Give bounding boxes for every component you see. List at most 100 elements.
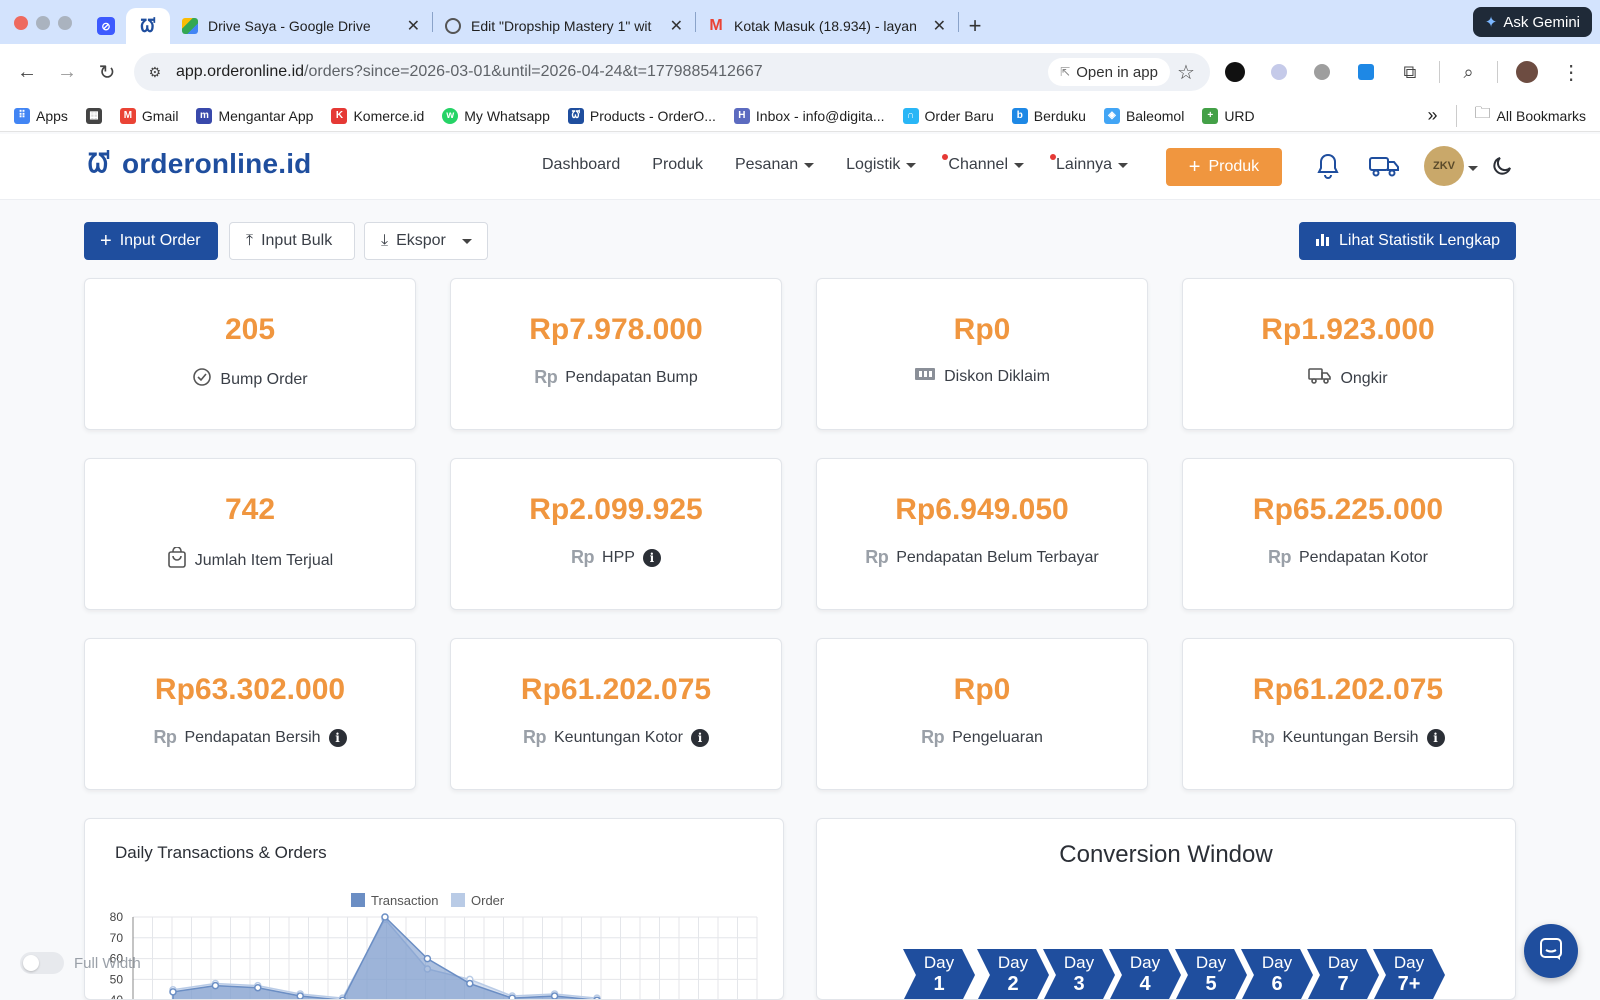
info-icon[interactable]: i <box>691 728 709 747</box>
add-product-button[interactable]: + Produk <box>1166 148 1282 186</box>
full-width-toggle[interactable]: Full Width <box>20 952 141 974</box>
gmail-icon: M <box>709 17 723 34</box>
orderonline-logo[interactable]: ᘺ orderonline.id <box>84 148 311 180</box>
back-icon[interactable]: ← <box>10 54 44 90</box>
conversion-day-6[interactable]: Day 6 <box>1241 949 1313 999</box>
user-avatar[interactable]: ZKV <box>1424 146 1464 186</box>
export-dropdown-button[interactable]: ⤓ Ekspor <box>364 222 488 260</box>
more-bookmarks-icon[interactable]: » <box>1428 105 1438 126</box>
tab-orderonline[interactable]: ᘺ <box>126 8 170 44</box>
baleomol-icon: ◈ <box>1103 107 1120 124</box>
tab-close-icon[interactable]: ✕ <box>670 16 683 36</box>
close-window-button[interactable] <box>14 16 28 30</box>
tab-close-icon[interactable]: ✕ <box>933 16 946 36</box>
bookmark-products[interactable]: ᘺ Products - OrderO... <box>567 107 716 124</box>
komerce-icon: K <box>331 107 348 124</box>
bookmark-apps[interactable]: ⠿ Apps <box>14 107 68 124</box>
input-order-button[interactable]: + Input Order <box>84 222 218 260</box>
profile-avatar-icon[interactable] <box>1508 54 1546 90</box>
conversion-day-5[interactable]: Day 5 <box>1175 949 1247 999</box>
open-in-app-button[interactable]: ⇱ Open in app <box>1048 58 1170 86</box>
conversion-day-4[interactable]: Day 4 <box>1109 949 1181 999</box>
reload-icon[interactable]: ↻ <box>90 54 124 90</box>
extension-4-icon[interactable] <box>1347 54 1385 90</box>
nav-lainnya[interactable]: Lainnya <box>1040 152 1144 178</box>
toggle-switch[interactable] <box>20 952 64 974</box>
info-icon[interactable]: i <box>1426 728 1445 747</box>
nav-dashboard[interactable]: Dashboard <box>526 152 636 178</box>
conversion-day-3[interactable]: Day 3 <box>1043 949 1115 999</box>
tab-close-icon[interactable]: ✕ <box>407 16 420 36</box>
forward-icon[interactable]: → <box>50 54 84 90</box>
bookmark-berduku[interactable]: b Berduku <box>1011 107 1086 124</box>
bookmark-urd[interactable]: + URD <box>1202 107 1255 124</box>
y-tick-label: 80 <box>110 910 124 924</box>
nav-produk[interactable]: Produk <box>636 152 719 178</box>
y-tick-label: 50 <box>110 972 124 986</box>
browser-menu-icon[interactable]: ⋮ <box>1552 54 1590 90</box>
stat-label-row: Rp Pengeluaran <box>921 727 1043 748</box>
all-bookmarks-button[interactable]: 🗀 All Bookmarks <box>1475 102 1586 129</box>
conversion-day-7-plus[interactable]: Day 7+ <box>1373 949 1445 999</box>
chat-button[interactable] <box>1524 924 1578 978</box>
input-bulk-button[interactable]: ⤒ Input Bulk <box>229 222 355 260</box>
conversion-day-1[interactable]: Day 1 <box>903 949 975 999</box>
truck-icon[interactable] <box>1368 150 1400 182</box>
extension-1-icon[interactable] <box>1216 54 1254 90</box>
ask-gemini-button[interactable]: ✦ Ask Gemini <box>1472 7 1592 37</box>
stat-label-row: Ongkir <box>1308 367 1388 390</box>
bell-icon[interactable] <box>1312 150 1344 182</box>
caret-down-icon[interactable] <box>1468 166 1478 171</box>
upload-icon: ⤒ <box>246 232 254 249</box>
minimize-window-button[interactable] <box>36 16 50 30</box>
new-tab-button[interactable]: + <box>959 8 991 44</box>
logo-text: orderonline.id <box>122 148 312 179</box>
moon-icon[interactable] <box>1486 150 1518 182</box>
bookmark-komerce[interactable]: K Komerce.id <box>331 107 424 124</box>
address-bar[interactable]: ⚙ app.orderonline.id/orders?since=2026-0… <box>133 53 1210 91</box>
bookmark-whatsapp[interactable]: w My Whatsapp <box>442 107 550 124</box>
bookmark-gmail[interactable]: M Gmail <box>119 107 178 124</box>
stat-label-row: Rp Keuntungan Bersih i <box>1251 727 1445 748</box>
stat-label: Bump Order <box>220 370 308 388</box>
url-text[interactable]: app.orderonline.id/orders?since=2026-03-… <box>176 63 1048 81</box>
extensions-puzzle-icon[interactable]: ⧉ <box>1391 54 1429 90</box>
bookmark-order-baru[interactable]: ∩ Order Baru <box>902 107 994 124</box>
stat-label-row: Bump Order <box>192 367 308 392</box>
nav-logistik[interactable]: Logistik <box>830 152 932 178</box>
conversion-day-2[interactable]: Day 2 <box>977 949 1049 999</box>
info-icon[interactable]: i <box>642 548 661 567</box>
bookmark-inbox[interactable]: H Inbox - info@digita... <box>733 107 885 124</box>
extension-3-icon[interactable] <box>1303 54 1341 90</box>
info-icon[interactable]: i <box>328 728 347 747</box>
download-icon: ⤓ <box>381 232 389 249</box>
extension-2-icon[interactable] <box>1260 54 1298 90</box>
stat-label-row: Jumlah Item Terjual <box>167 546 333 574</box>
maximize-window-button[interactable] <box>58 16 72 30</box>
tab-google-drive[interactable]: Drive Saya - Google Drive ✕ <box>170 8 432 44</box>
day-label: Day <box>1327 953 1359 972</box>
bookmark-baleomol[interactable]: ◈ Baleomol <box>1103 107 1184 124</box>
stat-label: Keuntungan Kotor <box>554 728 683 746</box>
nav-label: Channel <box>948 156 1009 173</box>
nav-channel[interactable]: Channel <box>932 152 1040 178</box>
toolbar-separator <box>1438 61 1440 83</box>
tab-gmail[interactable]: M Kotak Masuk (18.934) - layan ✕ <box>696 8 958 44</box>
bookmark-star-icon[interactable]: ☆ <box>1170 60 1202 85</box>
tab-edit-dropship[interactable]: Edit "Dropship Mastery 1" wit ✕ <box>433 8 695 44</box>
tab-search-icon[interactable]: ⌕ <box>1450 54 1488 90</box>
bookmark-grid[interactable]: ▦ <box>85 107 102 124</box>
site-info-icon[interactable]: ⚙ <box>142 59 168 85</box>
bookmark-label: Inbox - info@digita... <box>755 107 885 124</box>
rp-icon: Rp <box>534 367 558 387</box>
pinned-tab[interactable]: ⊘ <box>86 8 126 44</box>
stat-card-bump-order: 205 Bump Order <box>84 278 416 430</box>
day-number: 1 <box>933 973 945 995</box>
stat-card-pendapatan-bump: Rp7.978.000 Rp Pendapatan Bump <box>450 278 782 430</box>
nav-pesanan[interactable]: Pesanan <box>719 152 830 178</box>
bookmark-mengantar[interactable]: m Mengantar App <box>196 107 313 124</box>
full-statistics-button[interactable]: Lihat Statistik Lengkap <box>1299 222 1516 260</box>
conversion-day-7[interactable]: Day 7 <box>1307 949 1379 999</box>
daily-transactions-panel: Daily Transactions & Orders Transaction O… <box>84 818 784 1000</box>
nav-label: Logistik <box>846 156 901 173</box>
